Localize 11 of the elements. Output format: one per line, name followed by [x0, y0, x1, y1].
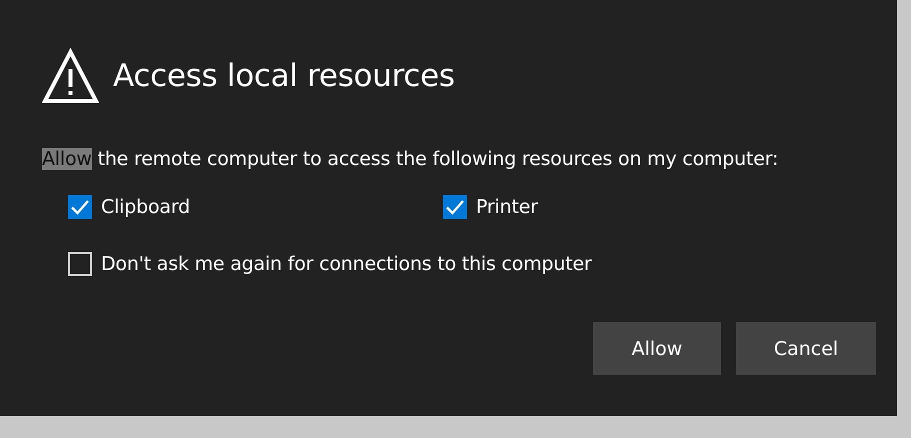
checkbox-label: Don't ask me again for connections to this computer [101, 253, 592, 275]
checkbox[interactable] [443, 195, 467, 219]
checkbox[interactable] [68, 195, 92, 219]
warning-icon [42, 48, 99, 104]
allow-button[interactable]: Allow [593, 322, 721, 375]
dialog-message: Allow the remote computer to access the following resources on my computer: [42, 148, 780, 170]
checkbox-label: Clipboard [101, 196, 190, 218]
dialog-title: Access local resources [113, 58, 455, 94]
checkbox[interactable] [68, 252, 92, 276]
checkbox-label: Printer [476, 196, 538, 218]
cancel-button[interactable]: Cancel [736, 322, 876, 375]
